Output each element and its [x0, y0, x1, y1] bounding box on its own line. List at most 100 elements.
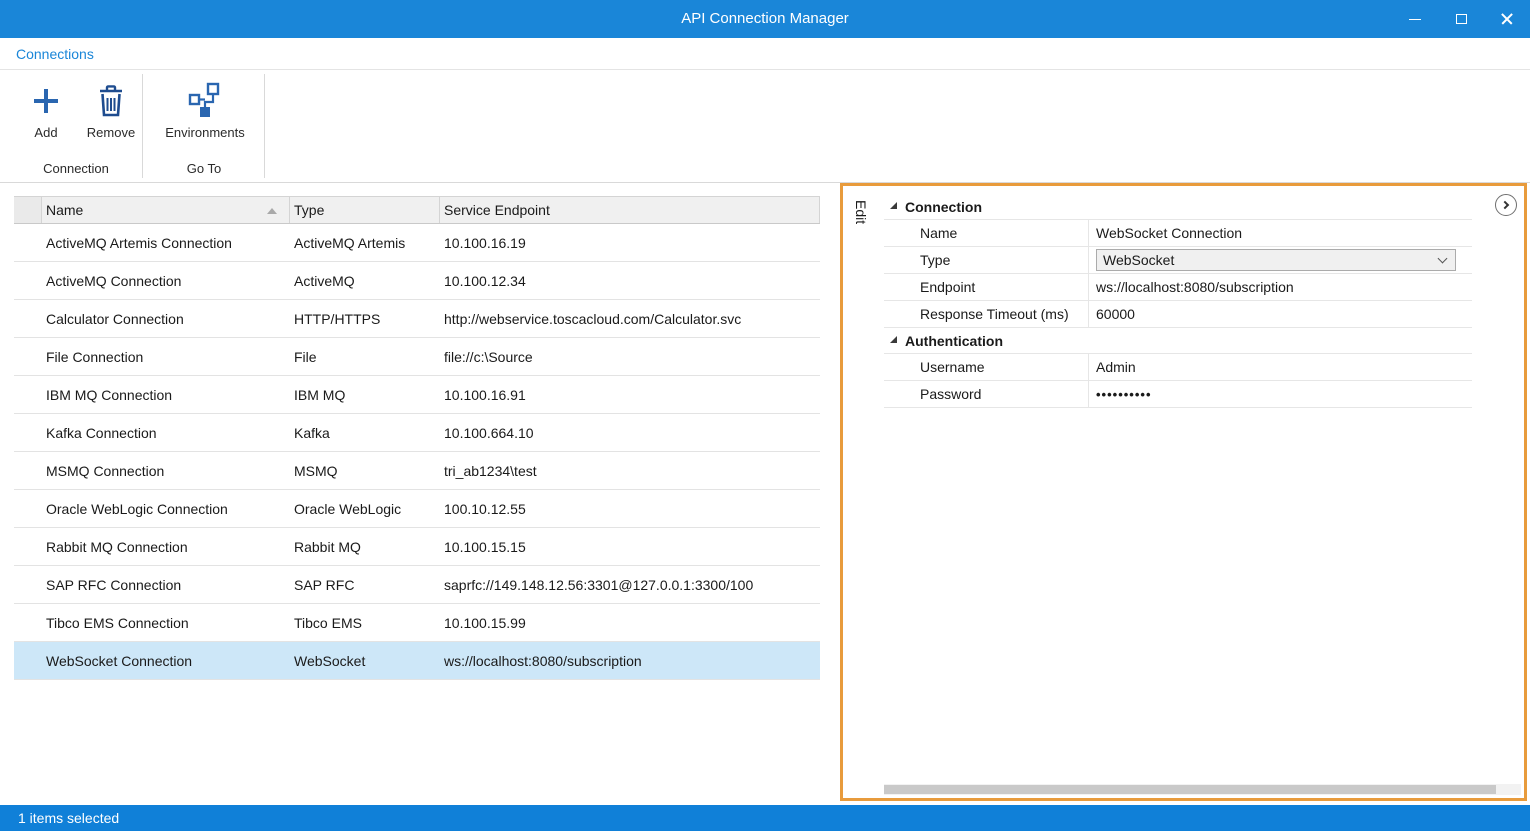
edit-panel-tab[interactable]: Edit	[853, 200, 869, 224]
table-row[interactable]: ActiveMQ Artemis Connection ActiveMQ Art…	[14, 224, 820, 262]
maximize-button[interactable]	[1438, 0, 1484, 38]
chevron-down-icon	[1438, 253, 1448, 263]
tab-connections[interactable]: Connections	[16, 38, 94, 70]
table-row[interactable]: File Connection File file://c:\Source	[14, 338, 820, 376]
type-field-cell: WebSocket	[1088, 247, 1472, 273]
cell-type: ActiveMQ Artemis	[290, 235, 440, 251]
cell-type: ActiveMQ	[290, 273, 440, 289]
triangle-down-icon	[890, 202, 897, 209]
property-row-endpoint: Endpoint ws://localhost:8080/subscriptio…	[884, 274, 1472, 301]
property-label: Endpoint	[884, 279, 1088, 295]
column-header-name[interactable]: Name	[42, 197, 290, 223]
group-header-connection[interactable]: Connection	[884, 194, 1472, 220]
collapse-panel-button[interactable]	[1495, 194, 1517, 216]
horizontal-scrollbar[interactable]	[884, 784, 1521, 795]
column-header-endpoint[interactable]: Service Endpoint	[440, 197, 820, 223]
cell-type: WebSocket	[290, 653, 440, 669]
cell-endpoint: saprfc://149.148.12.56:3301@127.0.0.1:33…	[440, 577, 820, 593]
ribbon-group-label-connection: Connection	[10, 161, 142, 176]
cell-endpoint: tri_ab1234\test	[440, 463, 820, 479]
cell-type: Rabbit MQ	[290, 539, 440, 555]
close-button[interactable]	[1484, 0, 1530, 38]
minimize-button[interactable]	[1392, 0, 1438, 38]
cell-endpoint: http://webservice.toscacloud.com/Calcula…	[440, 311, 820, 327]
trash-icon	[96, 78, 126, 124]
cell-type: IBM MQ	[290, 387, 440, 403]
column-header-endpoint-label: Service Endpoint	[444, 202, 550, 218]
username-field[interactable]: Admin	[1088, 354, 1472, 380]
table-row[interactable]: IBM MQ Connection IBM MQ 10.100.16.91	[14, 376, 820, 414]
cell-endpoint: 10.100.12.34	[440, 273, 820, 289]
property-row-response-timeout: Response Timeout (ms) 60000	[884, 301, 1472, 328]
table-row[interactable]: Oracle WebLogic Connection Oracle WebLog…	[14, 490, 820, 528]
cell-endpoint: 100.10.12.55	[440, 501, 820, 517]
property-label: Type	[884, 252, 1088, 268]
cell-name: Oracle WebLogic Connection	[42, 501, 290, 517]
cell-name: Tibco EMS Connection	[42, 615, 290, 631]
sitemap-icon	[183, 78, 227, 124]
endpoint-field[interactable]: ws://localhost:8080/subscription	[1088, 274, 1472, 300]
cell-endpoint: 10.100.15.15	[440, 539, 820, 555]
table-row[interactable]: Rabbit MQ Connection Rabbit MQ 10.100.15…	[14, 528, 820, 566]
ribbon-tab-strip: Connections	[0, 38, 1530, 70]
column-header-name-label: Name	[46, 202, 83, 218]
sort-ascending-icon	[267, 208, 277, 214]
type-dropdown[interactable]: WebSocket	[1096, 249, 1456, 271]
cell-endpoint: ws://localhost:8080/subscription	[440, 653, 820, 669]
cell-type: Oracle WebLogic	[290, 501, 440, 517]
column-header-type[interactable]: Type	[290, 197, 440, 223]
cell-name: IBM MQ Connection	[42, 387, 290, 403]
connections-table: Name Type Service Endpoint ActiveMQ Arte…	[14, 196, 820, 680]
name-field[interactable]: WebSocket Connection	[1088, 220, 1472, 246]
column-header-type-label: Type	[294, 202, 324, 218]
environments-button-label: Environments	[165, 125, 244, 140]
ribbon-group-divider	[264, 74, 265, 178]
table-row[interactable]: Calculator Connection HTTP/HTTPS http://…	[14, 300, 820, 338]
status-bar: 1 items selected	[0, 805, 1530, 831]
remove-button[interactable]: Remove	[78, 78, 144, 140]
row-header-corner	[14, 197, 42, 223]
table-row-selected[interactable]: WebSocket Connection WebSocket ws://loca…	[14, 642, 820, 680]
property-row-name: Name WebSocket Connection	[884, 220, 1472, 247]
password-field[interactable]: ••••••••••	[1088, 381, 1472, 407]
cell-endpoint: 10.100.16.91	[440, 387, 820, 403]
property-label: Username	[884, 359, 1088, 375]
cell-endpoint: 10.100.664.10	[440, 425, 820, 441]
table-row[interactable]: Kafka Connection Kafka 10.100.664.10	[14, 414, 820, 452]
cell-name: SAP RFC Connection	[42, 577, 290, 593]
triangle-down-icon	[890, 336, 897, 343]
type-dropdown-value: WebSocket	[1103, 252, 1174, 268]
response-timeout-field[interactable]: 60000	[1088, 301, 1472, 327]
property-grid: Connection Name WebSocket Connection Typ…	[884, 194, 1472, 408]
cell-name: Kafka Connection	[42, 425, 290, 441]
property-label: Password	[884, 386, 1088, 402]
property-label: Name	[884, 225, 1088, 241]
group-header-authentication[interactable]: Authentication	[884, 328, 1472, 354]
cell-endpoint: 10.100.16.19	[440, 235, 820, 251]
title-bar: API Connection Manager	[0, 0, 1530, 38]
api-connection-manager-window: API Connection Manager Connections	[0, 0, 1530, 831]
table-row[interactable]: SAP RFC Connection SAP RFC saprfc://149.…	[14, 566, 820, 604]
ribbon-group-connection: Add Remove Connection	[10, 70, 142, 182]
table-row[interactable]: MSMQ Connection MSMQ tri_ab1234\test	[14, 452, 820, 490]
window-title: API Connection Manager	[0, 0, 1530, 38]
table-row[interactable]: ActiveMQ Connection ActiveMQ 10.100.12.3…	[14, 262, 820, 300]
cell-name: MSMQ Connection	[42, 463, 290, 479]
maximize-icon	[1456, 14, 1467, 24]
cell-endpoint: file://c:\Source	[440, 349, 820, 365]
environments-button[interactable]: Environments	[156, 78, 254, 140]
cell-type: File	[290, 349, 440, 365]
cell-name: WebSocket Connection	[42, 653, 290, 669]
cell-name: ActiveMQ Artemis Connection	[42, 235, 290, 251]
cell-type: MSMQ	[290, 463, 440, 479]
ribbon-group-divider	[142, 74, 143, 178]
chevron-right-icon	[1501, 201, 1509, 209]
scrollbar-thumb[interactable]	[884, 785, 1496, 794]
property-row-username: Username Admin	[884, 354, 1472, 381]
table-row[interactable]: Tibco EMS Connection Tibco EMS 10.100.15…	[14, 604, 820, 642]
add-button[interactable]: Add	[16, 78, 76, 140]
group-label-connection: Connection	[905, 199, 982, 215]
cell-type: SAP RFC	[290, 577, 440, 593]
ribbon-group-goto: Environments Go To	[146, 70, 262, 182]
cell-type: HTTP/HTTPS	[290, 311, 440, 327]
